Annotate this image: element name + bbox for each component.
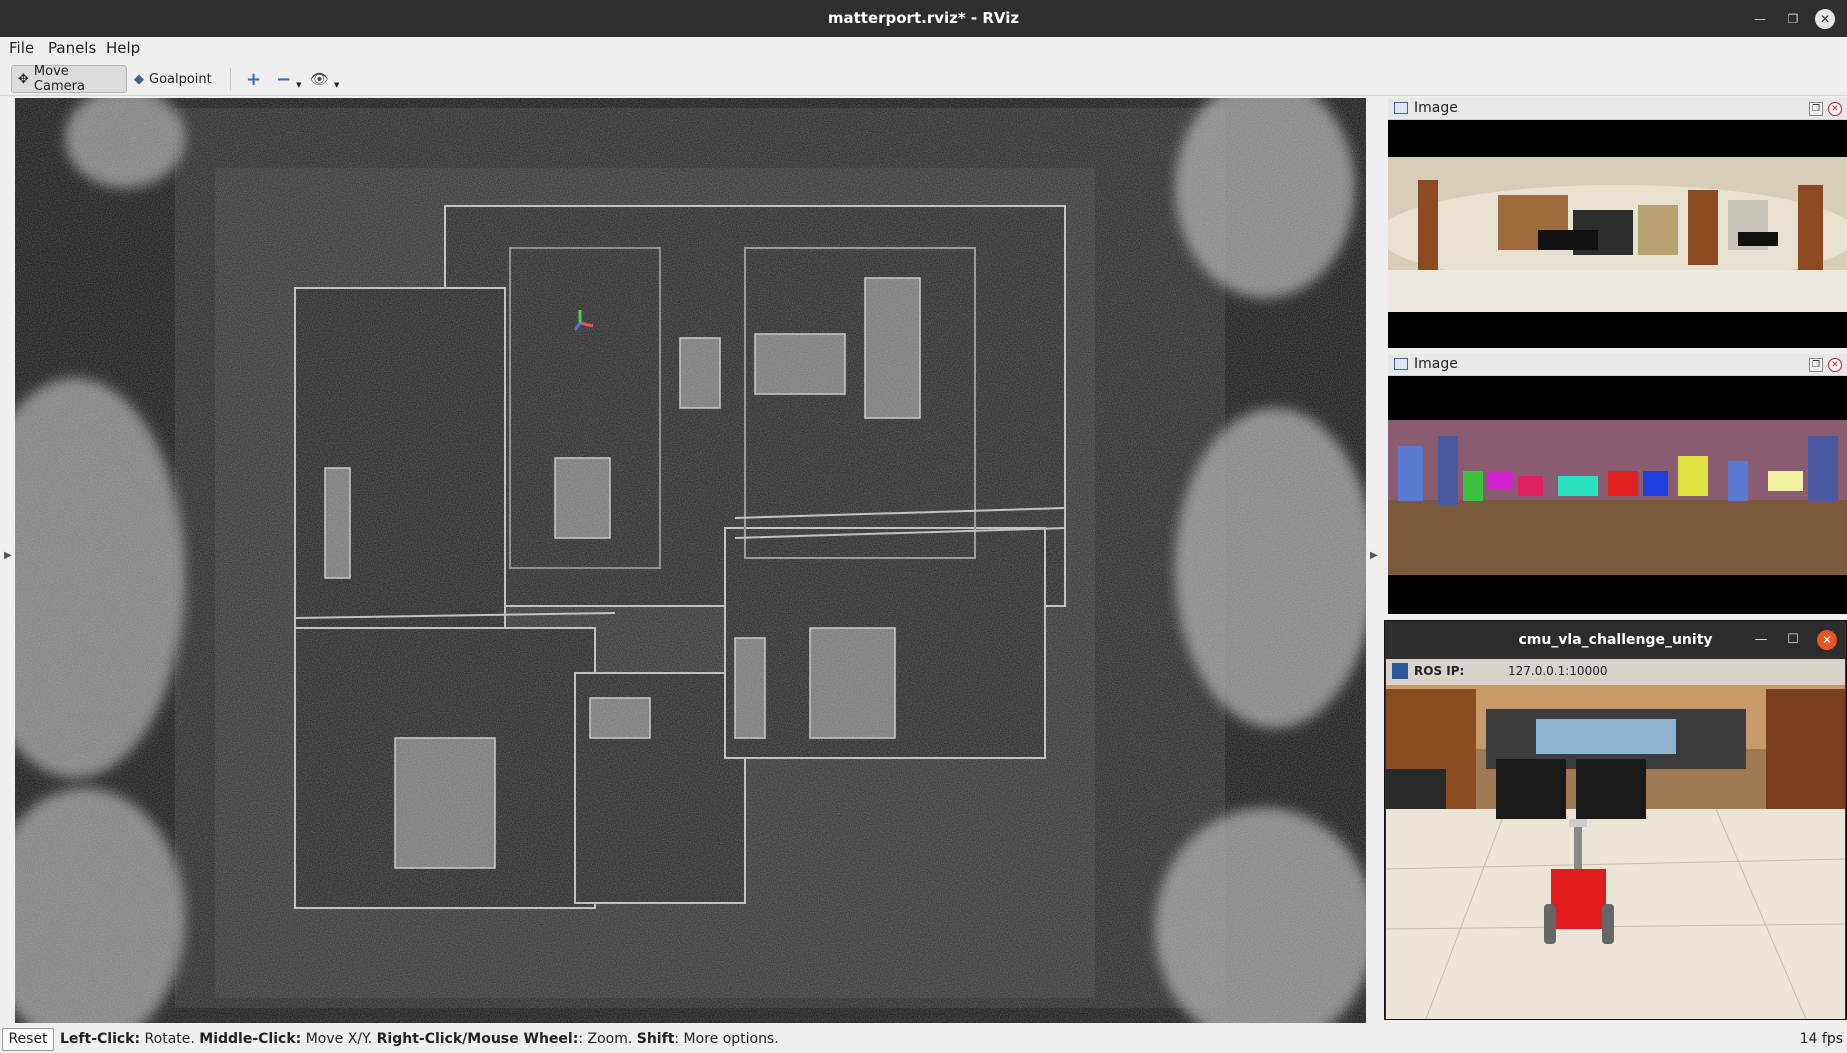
diamond-icon: ◆ (134, 71, 144, 87)
panorama-segmentation-image (1388, 376, 1847, 614)
panorama-rgb-image (1388, 120, 1847, 348)
undock-icon[interactable]: ❐ (1809, 102, 1823, 116)
hint-right-click-text: : Zoom. (578, 1031, 637, 1047)
move-camera-label: Move Camera (33, 64, 85, 94)
unity-window: cmu_vla_challenge_unity — ☐ ✕ ROS IP: 12… (1384, 620, 1847, 1020)
reset-button[interactable]: Reset (2, 1028, 54, 1051)
menu-help[interactable]: Help (106, 39, 140, 57)
remove-tool-button[interactable]: − ▼ (270, 65, 307, 93)
image-icon (1394, 102, 1408, 114)
menu-bar: File Panels Help (0, 37, 1847, 60)
fps-counter: 14 fps (1799, 1031, 1843, 1047)
ros-ip-value: 127.0.0.1:10000 (1508, 664, 1608, 678)
image-panel-2: Image ❐ ✕ (1388, 354, 1847, 614)
toolbar: ✥ Move Camera ◆ Goalpoint + − ▼ 👁 ▼ (0, 60, 1847, 96)
menu-file[interactable]: File (9, 39, 34, 57)
minus-icon: − (276, 68, 292, 90)
right-panel-toggle[interactable]: ▶ (1370, 550, 1378, 561)
hint-right-click-label: Right-Click/Mouse Wheel: (376, 1031, 579, 1047)
chevron-down-icon: ▼ (334, 81, 340, 89)
hint-left-click-text: Rotate. (140, 1031, 200, 1047)
eye-icon: 👁 (310, 70, 330, 88)
window-title: matterport.rviz* - RViz (827, 9, 1020, 27)
hint-shift-label: Shift (636, 1031, 675, 1047)
goalpoint-label: Goalpoint (149, 71, 212, 87)
minimize-icon[interactable]: — (1751, 630, 1771, 650)
hint-middle-click-label: Middle-Click: (199, 1031, 302, 1047)
view-tool-button[interactable]: 👁 ▼ (304, 65, 345, 93)
point-cloud-map (15, 98, 1366, 1023)
image-icon (1394, 358, 1408, 370)
move-camera-icon: ✥ (18, 71, 29, 87)
ros-ip-bar: ROS IP: 127.0.0.1:10000 (1386, 659, 1845, 685)
hint-middle-click-text: Move X/Y. (301, 1031, 377, 1047)
image-panel-1-titlebar: Image ❐ ✕ (1388, 98, 1847, 120)
unity-titlebar: cmu_vla_challenge_unity — ☐ ✕ (1385, 621, 1846, 659)
toolbar-separator (230, 68, 231, 90)
image-panel-2-titlebar: Image ❐ ✕ (1388, 354, 1847, 376)
left-panel-toggle[interactable]: ▶ (4, 550, 12, 561)
image-panel-1-title: Image (1414, 100, 1458, 116)
render-3d-view[interactable] (15, 98, 1366, 1023)
status-bar: Reset Left-Click: Rotate. Middle-Click: … (0, 1026, 1847, 1053)
ros-ip-label: ROS IP: (1414, 664, 1465, 678)
hint-shift-text: : More options. (674, 1031, 779, 1047)
close-icon[interactable]: ✕ (1815, 9, 1835, 29)
move-camera-button[interactable]: ✥ Move Camera (11, 64, 127, 94)
minimize-icon[interactable]: — (1750, 9, 1770, 29)
goalpoint-button[interactable]: ◆ Goalpoint (128, 65, 218, 93)
close-panel-icon[interactable]: ✕ (1828, 102, 1842, 116)
mouse-hint: Left-Click: Rotate. Middle-Click: Move X… (60, 1031, 779, 1047)
image-panel-1: Image ❐ ✕ (1388, 98, 1847, 348)
plus-icon: + (246, 68, 262, 90)
add-tool-button[interactable]: + (240, 65, 267, 93)
chevron-down-icon: ▼ (296, 81, 302, 89)
menu-panels[interactable]: Panels (48, 39, 96, 57)
close-panel-icon[interactable]: ✕ (1828, 358, 1842, 372)
robot-camera-scene (1386, 659, 1845, 1019)
maximize-icon[interactable]: ☐ (1783, 630, 1803, 650)
unity-scene-view[interactable]: ROS IP: 127.0.0.1:10000 (1386, 659, 1845, 1019)
hint-left-click-label: Left-Click: (60, 1031, 141, 1047)
undock-icon[interactable]: ❐ (1809, 358, 1823, 372)
image-panel-2-title: Image (1414, 356, 1458, 372)
maximize-icon[interactable]: ❐ (1783, 9, 1803, 29)
ros-logo-icon (1392, 663, 1408, 679)
window-titlebar: matterport.rviz* - RViz — ❐ ✕ (0, 0, 1847, 37)
unity-title: cmu_vla_challenge_unity (1518, 632, 1713, 648)
close-icon[interactable]: ✕ (1817, 630, 1837, 650)
